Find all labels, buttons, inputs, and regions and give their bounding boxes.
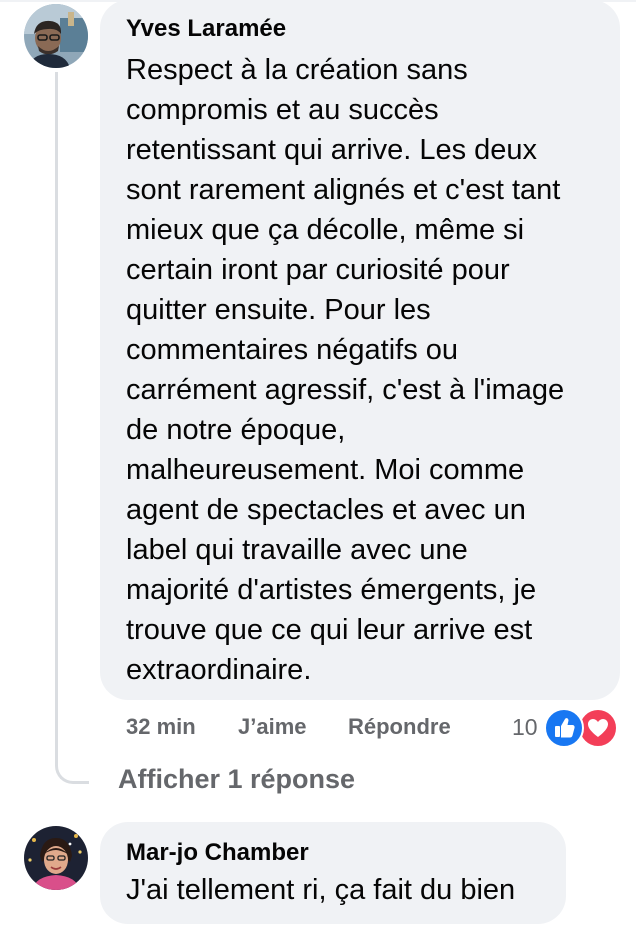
show-replies-link[interactable]: Afficher 1 réponse [118,764,355,795]
avatar[interactable] [24,4,88,68]
comment-text: J'ai tellement ri, ça fait du bien [126,870,542,910]
avatar-photo [24,4,88,68]
comment-author[interactable]: Mar-jo Chamber [126,838,542,868]
thread-connector-line [55,72,89,784]
comment-text-line: mieux que ça décolle, même si [126,214,525,246]
comment-text-line: Respect à la création sans [126,54,468,86]
reaction-count: 10 [512,714,538,740]
avatar[interactable] [24,826,88,890]
comments-page: Yves Laramée Respect à la création sans c… [0,0,636,936]
like-button[interactable]: J’aime [238,714,307,740]
comment-text-line: majorité d'artistes émergents, je [126,574,537,606]
comment-timestamp[interactable]: 32 min [126,714,196,740]
reply-button[interactable]: Répondre [348,714,451,740]
comment-text-line: extraordinaire. [126,654,312,686]
reactions-summary[interactable]: 10 [508,706,618,748]
comment-text-line: trouve que ce qui leur arrive est [126,614,533,646]
comment-author[interactable]: Yves Laramée [126,14,596,44]
comment-text-line: sont rarement alignés et c'est tant [126,174,561,206]
comment-text-line: agent de spectacles et avec un [126,494,526,526]
comment-text-line: label qui travaille avec une [126,534,468,566]
avatar-photo [24,826,88,890]
like-icon [544,708,584,748]
comment-text-line: J'ai tellement ri, ça fait du bien [126,874,516,906]
comment-text-line: retentissant qui arrive. Les deux [126,134,538,166]
comment-text: Respect à la création sans compromis et a… [126,50,596,690]
comment-text-line: carrément agressif, c'est à l'image [126,374,565,406]
comment-text-line: malheureusement. Moi comme [126,454,525,486]
comment-text-line: quitter ensuite. Pour les [126,294,431,326]
comment-text-line: commentaires négatifs ou [126,334,459,366]
comment-text-line: de notre époque, [126,414,346,446]
comment-text-line: compromis et au succès [126,94,439,126]
comment-bubble: Yves Laramée Respect à la création sans c… [100,0,620,700]
love-icon [578,708,618,748]
comment-text-line: certain iront par curiosité pour [126,254,510,286]
comment-bubble: Mar-jo Chamber J'ai tellement ri, ça fai… [100,822,566,924]
